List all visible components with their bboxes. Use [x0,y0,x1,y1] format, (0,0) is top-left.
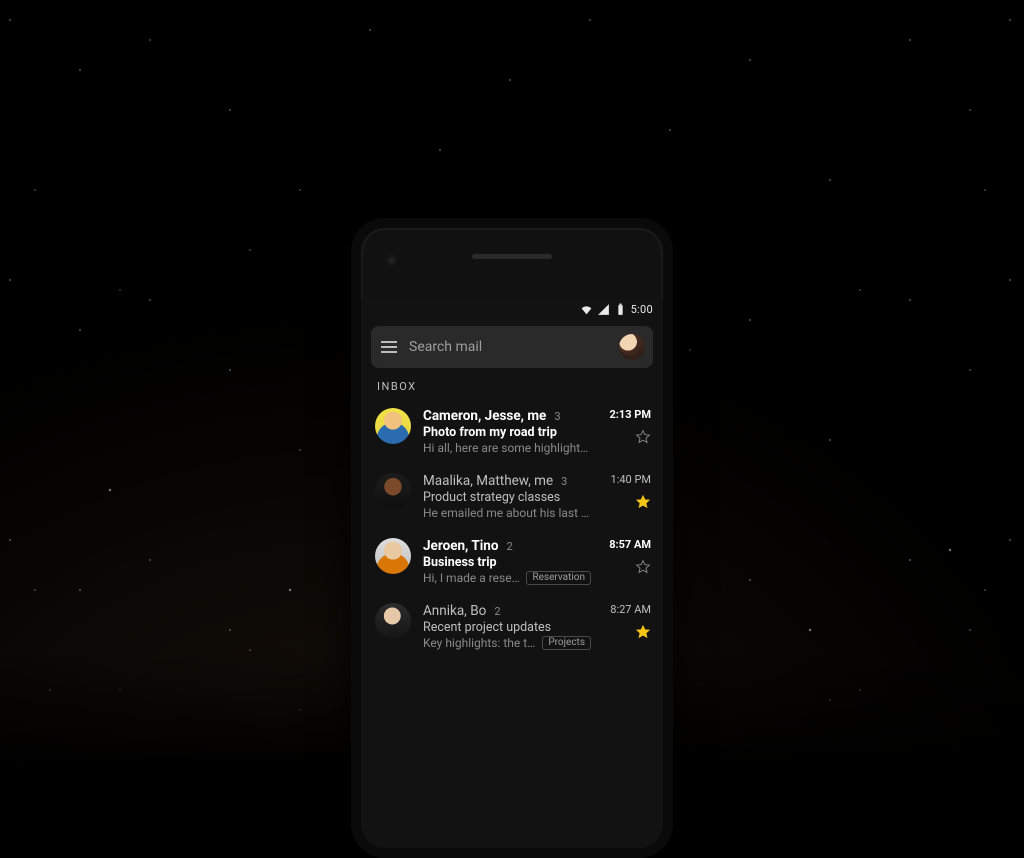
email-senders: Cameron, Jesse, me [423,408,546,424]
search-input[interactable]: Search mail [409,339,607,355]
email-snippet: Hi, I made a reservation… [423,571,520,585]
email-subject: Recent project updates [423,620,591,635]
label-chip[interactable]: Projects [542,636,591,650]
phone-screen: 5:00 Search mail INBOX Cameron, Jesse, m… [361,298,663,848]
email-snippet: He emailed me about his last pro… [423,506,591,520]
status-bar-clock: 5:00 [631,303,653,316]
email-list[interactable]: Cameron, Jesse, me 3 Photo from my road tr… [361,399,663,848]
sender-avatar[interactable] [375,473,411,509]
star-icon[interactable] [635,429,651,445]
sender-avatar[interactable] [375,408,411,444]
sender-avatar[interactable] [375,603,411,639]
email-subject: Photo from my road trip [423,425,591,440]
phone-frame: 5:00 Search mail INBOX Cameron, Jesse, m… [351,218,673,858]
thread-count: 3 [554,410,560,423]
email-snippet: Hi all, here are some highlights fr… [423,441,591,455]
menu-icon[interactable] [381,341,397,353]
thread-count: 2 [507,540,513,553]
email-row[interactable]: Cameron, Jesse, me 3 Photo from my road tr… [361,399,663,464]
cellular-signal-icon [597,303,610,316]
email-senders: Maalika, Matthew, me [423,473,553,489]
email-subject: Business trip [423,555,591,570]
email-row[interactable]: Annika, Bo 2 Recent project updatesKey hig… [361,594,663,659]
email-senders: Jeroen, Tino [423,538,499,554]
email-time: 2:13 PM [610,408,652,421]
email-row[interactable]: Jeroen, Tino 2 Business tripHi, I made a r… [361,529,663,594]
email-row[interactable]: Maalika, Matthew, me 3 Product strategy cl… [361,464,663,529]
sender-avatar[interactable] [375,538,411,574]
front-camera [387,256,396,265]
label-chip[interactable]: Reservation [526,571,591,585]
star-icon[interactable] [635,494,651,510]
inbox-section-label: INBOX [361,378,663,399]
email-time: 1:40 PM [611,473,651,486]
battery-icon [614,303,627,316]
wifi-icon [580,303,593,316]
email-snippet: Key highlights: the team h… [423,636,536,650]
email-subject: Product strategy classes [423,490,591,505]
email-time: 8:57 AM [609,538,651,551]
email-time: 8:27 AM [610,603,651,616]
star-icon[interactable] [635,624,651,640]
search-bar[interactable]: Search mail [371,326,653,368]
thread-count: 2 [494,605,500,618]
status-bar: 5:00 [361,298,663,320]
email-senders: Annika, Bo [423,603,486,619]
earpiece-speaker [472,254,552,259]
account-avatar[interactable] [619,334,645,360]
thread-count: 3 [561,475,567,488]
star-icon[interactable] [635,559,651,575]
